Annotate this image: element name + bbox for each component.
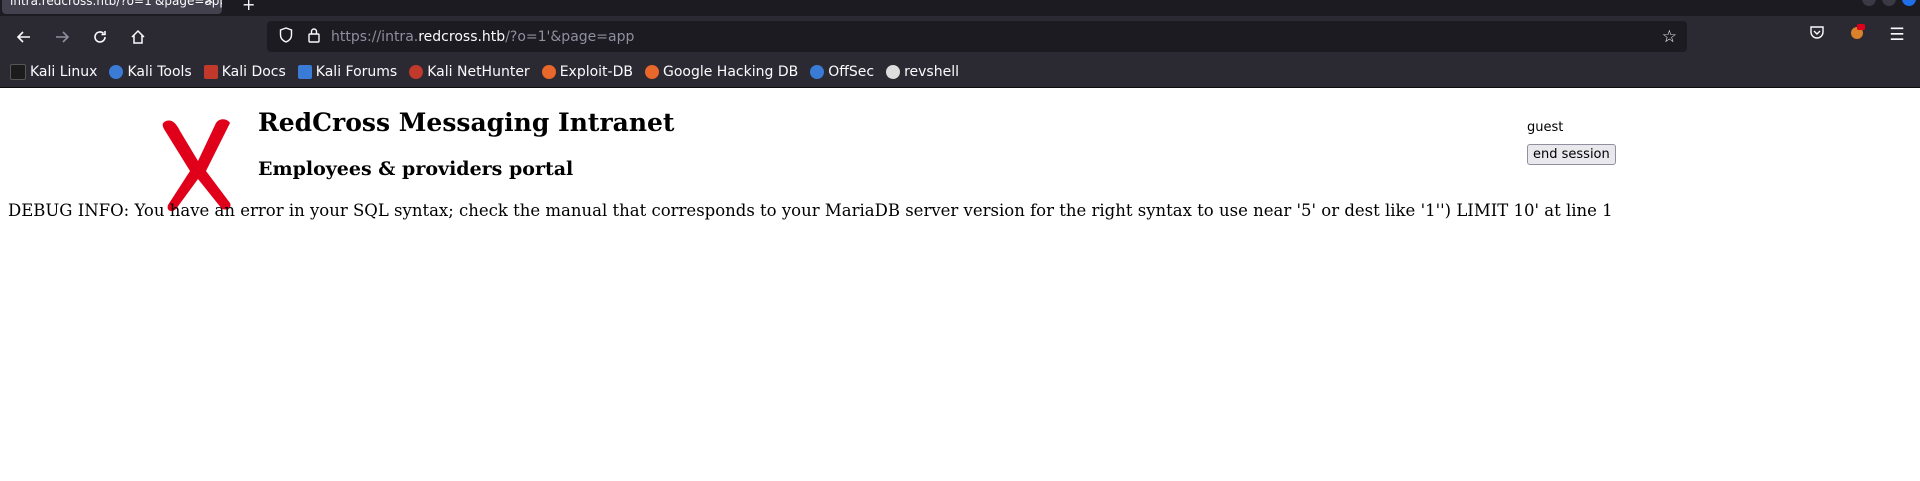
forward-button[interactable] xyxy=(46,21,78,53)
close-window-button[interactable] xyxy=(1902,0,1916,6)
kali-tools-icon xyxy=(109,65,124,79)
offsec-icon xyxy=(810,65,825,79)
tab-title: intra.redcross.htb/?o=1'&page=app xyxy=(10,0,222,8)
reload-button[interactable] xyxy=(84,21,116,53)
bookmark-exploit-db[interactable]: Exploit-DB xyxy=(541,64,633,80)
ghdb-icon xyxy=(644,65,659,79)
active-tab[interactable]: intra.redcross.htb/?o=1'&page=app ✕ xyxy=(2,0,222,14)
extension-icon[interactable] xyxy=(1844,23,1870,46)
bookmark-offsec[interactable]: OffSec xyxy=(810,64,874,80)
bookmark-kali-linux[interactable]: Kali Linux xyxy=(10,64,97,80)
bookmark-label: Kali Forums xyxy=(315,64,398,80)
minimize-button[interactable] xyxy=(1862,0,1876,6)
skull-icon xyxy=(886,65,901,79)
reload-icon xyxy=(94,30,106,43)
new-tab-button[interactable]: + xyxy=(242,0,255,14)
bookmark-label: Exploit-DB xyxy=(559,64,633,80)
kali-docs-icon xyxy=(203,65,218,79)
navigation-toolbar: https://intra.redcross.htb/?o=1'&page=ap… xyxy=(0,16,1920,57)
current-user: guest xyxy=(1527,120,1564,135)
bookmark-label: Kali NetHunter xyxy=(427,64,530,80)
exploit-db-icon xyxy=(541,65,556,79)
bookmarks-toolbar: Kali Linux Kali Tools Kali Docs Kali For… xyxy=(0,57,1920,88)
site-subtitle: Employees & providers portal xyxy=(258,158,574,180)
url-prefix: https://intra. xyxy=(331,28,419,45)
menu-icon[interactable]: ☰ xyxy=(1884,25,1910,45)
url-text[interactable]: https://intra.redcross.htb/?o=1'&page=ap… xyxy=(331,29,634,45)
url-path: /?o=1'&page=app xyxy=(505,28,635,45)
nethunter-icon xyxy=(409,65,424,79)
red-cross-logo xyxy=(162,119,231,212)
kali-forums-icon xyxy=(297,65,312,79)
tab-strip: intra.redcross.htb/?o=1'&page=app ✕ + xyxy=(0,0,1920,16)
arrow-left-icon xyxy=(16,30,30,43)
toolbar-right: ☰ xyxy=(1804,23,1910,46)
maximize-button[interactable] xyxy=(1882,0,1896,6)
back-button[interactable] xyxy=(8,21,40,53)
bookmark-kali-forums[interactable]: Kali Forums xyxy=(297,64,398,80)
kali-dragon-icon xyxy=(10,64,26,80)
bookmark-label: Kali Linux xyxy=(30,64,98,80)
arrow-right-icon xyxy=(56,30,70,43)
url-host: redcross.htb xyxy=(418,28,506,45)
pocket-icon[interactable] xyxy=(1804,24,1830,45)
shield-icon[interactable] xyxy=(277,26,295,47)
end-session-button[interactable]: end session xyxy=(1527,144,1616,165)
home-button[interactable] xyxy=(122,21,154,53)
window-controls xyxy=(1862,0,1916,6)
bookmark-label: Google Hacking DB xyxy=(662,64,799,80)
bookmark-google-hacking-db[interactable]: Google Hacking DB xyxy=(644,64,799,80)
page-content: RedCross Messaging Intranet Employees & … xyxy=(0,88,1920,481)
bookmark-revshell[interactable]: revshell xyxy=(886,64,959,80)
bookmark-kali-docs[interactable]: Kali Docs xyxy=(203,64,286,80)
bookmark-kali-nethunter[interactable]: Kali NetHunter xyxy=(409,64,530,80)
bookmark-label: revshell xyxy=(904,64,959,80)
bookmark-kali-tools[interactable]: Kali Tools xyxy=(109,64,192,80)
debug-error-message: DEBUG INFO: You have an error in your SQ… xyxy=(8,201,1613,220)
bookmark-label: Kali Docs xyxy=(221,64,286,80)
home-icon xyxy=(131,29,145,44)
address-bar[interactable]: https://intra.redcross.htb/?o=1'&page=ap… xyxy=(267,21,1687,52)
bookmark-star-icon[interactable]: ☆ xyxy=(1662,27,1677,47)
bookmark-label: Kali Tools xyxy=(127,64,192,80)
close-tab-icon[interactable]: ✕ xyxy=(205,0,214,6)
bookmark-label: OffSec xyxy=(828,64,875,80)
lock-warning-icon[interactable] xyxy=(305,27,323,47)
site-title: RedCross Messaging Intranet xyxy=(258,108,675,137)
